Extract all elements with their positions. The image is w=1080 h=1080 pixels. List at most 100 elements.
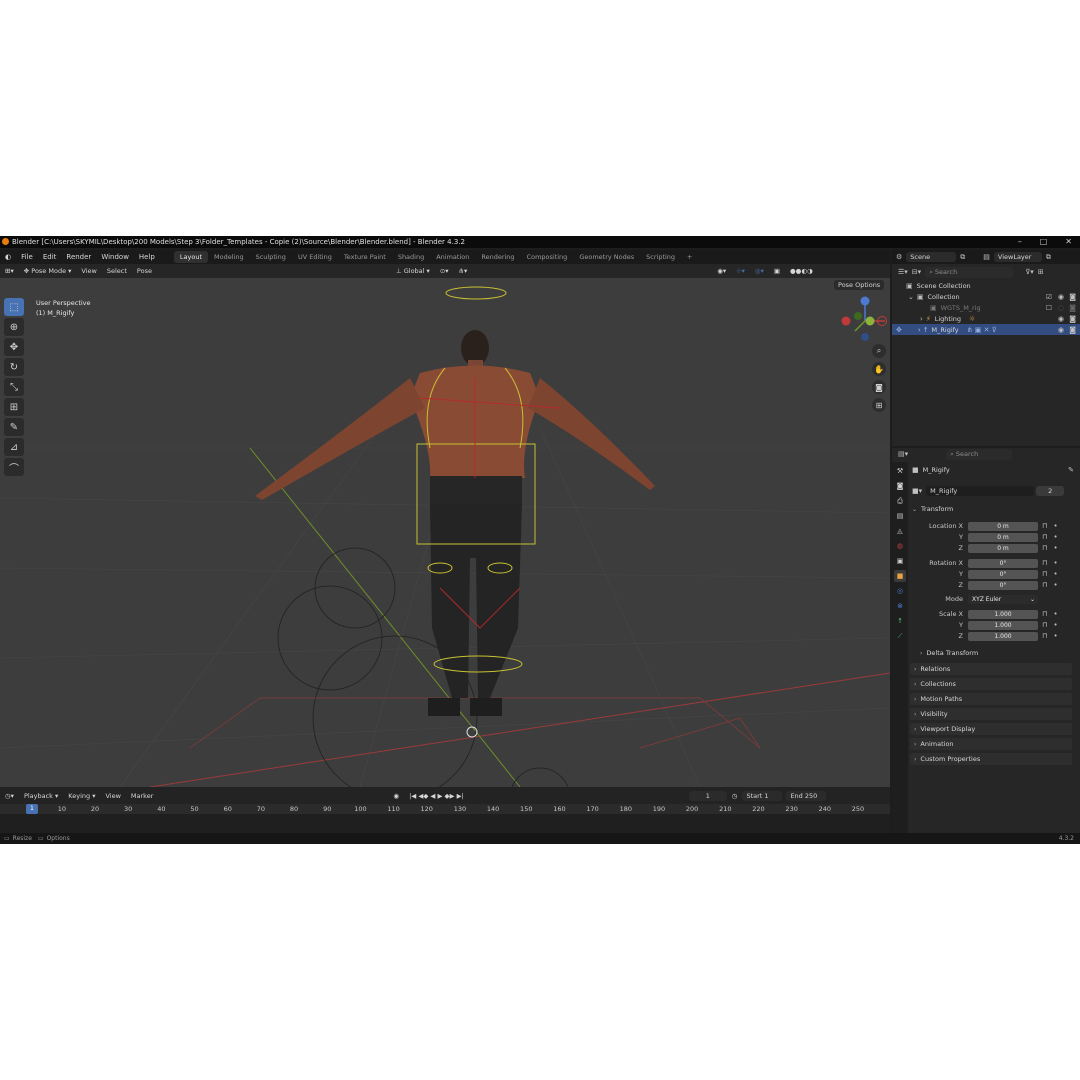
panel-viewport-display[interactable]: › Viewport Display xyxy=(910,723,1072,735)
rotate-tool-icon[interactable]: ↻ xyxy=(4,358,24,376)
scale-tool-icon[interactable]: ⤡ xyxy=(4,378,24,396)
transform-tool-icon[interactable]: ⊞ xyxy=(4,398,24,416)
outliner-row-scene-collection[interactable]: ▣ Scene Collection xyxy=(892,280,1080,291)
lock-icon[interactable]: ⊓ xyxy=(1042,522,1047,530)
chevron-down-icon[interactable]: ⌄ xyxy=(908,293,914,301)
collection-tab-icon[interactable]: ▣ xyxy=(894,555,906,567)
keyframe-dot-icon[interactable]: • xyxy=(1053,621,1057,629)
outliner-row-collection[interactable]: ⌄ ▣ Collection ☑ ◉ ◙ xyxy=(892,291,1080,302)
filter-icon[interactable]: ⊽▾ xyxy=(1025,268,1034,276)
start-frame-field[interactable]: Start 1 xyxy=(742,791,783,801)
camera-render-icon[interactable]: ◙ xyxy=(1069,304,1076,312)
transform-orientation[interactable]: ⊥ Global ▾ xyxy=(391,267,435,275)
menu-view-timeline[interactable]: View xyxy=(100,792,125,800)
snap-icon[interactable]: ⋔▾ xyxy=(454,267,473,275)
annotate-tool-icon[interactable]: ✎ xyxy=(4,418,24,436)
tab-compositing[interactable]: Compositing xyxy=(521,251,574,263)
eye-icon[interactable]: ◉ xyxy=(1058,326,1064,334)
output-tab-icon[interactable]: ⎙ xyxy=(894,495,906,507)
menu-render[interactable]: Render xyxy=(61,253,96,261)
panel-relations[interactable]: › Relations xyxy=(910,663,1072,675)
scale-x-field[interactable]: 1.000 xyxy=(968,609,1038,619)
panel-collections[interactable]: › Collections xyxy=(910,678,1072,690)
keyframe-dot-icon[interactable]: • xyxy=(1053,581,1057,589)
tab-scripting[interactable]: Scripting xyxy=(640,251,681,263)
physics-tab-icon[interactable]: ◎ xyxy=(894,585,906,597)
location-z-field[interactable]: 0 m xyxy=(968,543,1038,553)
end-frame-field[interactable]: End 250 xyxy=(786,791,827,801)
mode-selector[interactable]: ✥ Pose Mode ▾ xyxy=(19,267,77,275)
panel-animation[interactable]: › Animation xyxy=(910,738,1072,750)
menu-help[interactable]: Help xyxy=(134,253,160,261)
lock-icon[interactable]: ⊓ xyxy=(1042,559,1047,567)
menu-marker[interactable]: Marker xyxy=(126,792,158,800)
lock-icon[interactable]: ⊓ xyxy=(1042,610,1047,618)
copy-icon[interactable]: ⧉ xyxy=(1046,253,1051,262)
delta-transform-header[interactable]: › Delta Transform xyxy=(912,648,1076,658)
menu-edit[interactable]: Edit xyxy=(38,253,62,261)
outliner-row-m-rigify[interactable]: ✥ › ☨ M_Rigify ⋔ ▣ ✕ ⊽ ◉ ◙ xyxy=(892,324,1080,335)
outliner-row-lighting[interactable]: › ⚡ Lighting ☼ ◉ ◙ xyxy=(892,313,1080,324)
menu-select[interactable]: Select xyxy=(102,267,132,275)
shading-solid-icon[interactable]: ●●◐◑ xyxy=(785,267,818,275)
menu-view[interactable]: View xyxy=(76,267,101,275)
pivot-icon[interactable]: ⊙▾ xyxy=(435,267,454,275)
armature-data-tab-icon[interactable]: ☨ xyxy=(894,615,906,627)
new-collection-icon[interactable]: ⊞ xyxy=(1038,268,1044,276)
add-workspace-icon[interactable]: + xyxy=(681,251,698,263)
scale-z-field[interactable]: 1.000 xyxy=(968,631,1038,641)
view-layer-tab-icon[interactable]: ▤ xyxy=(894,510,906,522)
rotation-mode-dropdown[interactable]: XYZ Euler ⌄ xyxy=(968,594,1038,604)
users-count[interactable]: 2 xyxy=(1036,486,1065,496)
chevron-right-icon[interactable]: › xyxy=(920,315,923,323)
menu-pose[interactable]: Pose xyxy=(132,267,157,275)
current-frame-field[interactable]: 1 xyxy=(688,791,727,801)
tab-uv-editing[interactable]: UV Editing xyxy=(292,251,338,263)
menu-keying[interactable]: Keying ▾ xyxy=(63,792,100,800)
transform-header[interactable]: ⌄ Transform xyxy=(912,504,1076,514)
scale-y-field[interactable]: 1.000 xyxy=(968,620,1038,630)
move-tool-icon[interactable]: ✥ xyxy=(4,338,24,356)
camera-icon[interactable]: ◙ xyxy=(872,380,886,394)
keyframe-dot-icon[interactable]: • xyxy=(1053,544,1057,552)
location-x-field[interactable]: 0 m xyxy=(968,521,1038,531)
panel-custom-properties[interactable]: › Custom Properties xyxy=(910,753,1072,765)
lock-icon[interactable]: ⊓ xyxy=(1042,570,1047,578)
lock-icon[interactable]: ⊓ xyxy=(1042,544,1047,552)
lock-icon[interactable]: ⊓ xyxy=(1042,632,1047,640)
eye-closed-icon[interactable]: ◌ xyxy=(1058,304,1064,312)
pose-options-button[interactable]: Pose Options xyxy=(834,280,885,290)
checkbox-icon[interactable]: ☑ xyxy=(1046,293,1052,301)
navigation-gizmo[interactable] xyxy=(840,296,890,346)
frame-ruler[interactable]: 1 10 20 30 40 50 60 70 80 90 100 110 120 130 140 150 16… xyxy=(0,804,890,814)
current-frame-indicator[interactable]: 1 xyxy=(26,804,38,814)
timeline-track-area[interactable] xyxy=(0,814,890,833)
select-box-tool-icon[interactable]: ⬚ xyxy=(4,298,24,316)
rotation-x-field[interactable]: 0° xyxy=(968,558,1038,568)
keyframe-dot-icon[interactable]: • xyxy=(1053,533,1057,541)
cursor-tool-icon[interactable]: ⊕ xyxy=(4,318,24,336)
world-tab-icon[interactable]: ◍ xyxy=(894,540,906,552)
measure-tool-icon[interactable]: ⊿ xyxy=(4,438,24,456)
keyframe-dot-icon[interactable]: • xyxy=(1053,559,1057,567)
bone-tab-icon[interactable]: ⟋ xyxy=(894,630,906,642)
tab-texture-paint[interactable]: Texture Paint xyxy=(338,251,392,263)
camera-render-icon[interactable]: ◙ xyxy=(1069,326,1076,334)
ortho-grid-icon[interactable]: ⊞ xyxy=(872,398,886,412)
camera-render-icon[interactable]: ◙ xyxy=(1069,293,1076,301)
object-datablock-field[interactable]: M_Rigify xyxy=(926,486,1035,496)
chevron-right-icon[interactable]: › xyxy=(918,326,921,334)
menu-file[interactable]: File xyxy=(16,253,38,261)
rotation-y-field[interactable]: 0° xyxy=(968,569,1038,579)
tab-animation[interactable]: Animation xyxy=(430,251,475,263)
tab-shading[interactable]: Shading xyxy=(392,251,430,263)
keyframe-dot-icon[interactable]: • xyxy=(1053,570,1057,578)
keyframe-dot-icon[interactable]: • xyxy=(1053,632,1057,640)
keyframe-dot-icon[interactable]: • xyxy=(1053,522,1057,530)
panel-visibility[interactable]: › Visibility xyxy=(910,708,1072,720)
tool-tab-icon[interactable]: ⚒ xyxy=(894,465,906,477)
3d-viewport[interactable]: User Perspective (1) M_Rigify ⬚ ⊕ ✥ ↻ ⤡ … xyxy=(0,278,890,787)
zoom-icon[interactable]: ⌕ xyxy=(872,344,886,358)
properties-search[interactable]: ⌕ Search xyxy=(946,448,1013,460)
blender-menu-icon[interactable]: ◐ xyxy=(0,253,16,261)
